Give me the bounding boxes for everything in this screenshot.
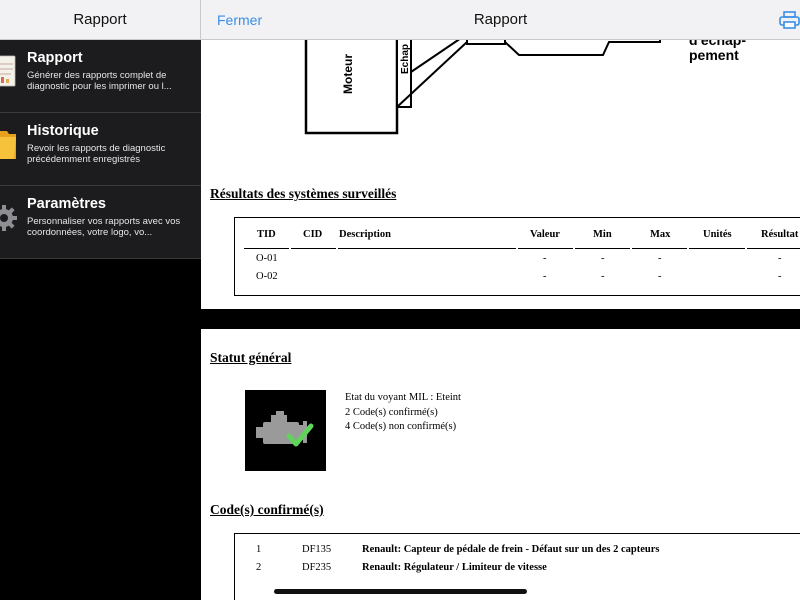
general-status-title: Statut général [210,350,292,365]
sidebar-item-historique[interactable]: Historique Revoir les rapports de diagno… [0,113,201,186]
code-number: 1 [256,544,262,555]
table-cell: - [778,253,782,264]
sidebar-item-rapport[interactable]: Rapport Générer des rapports complet de … [0,40,201,113]
engine-check-icon [245,390,326,471]
table-cell: - [543,253,547,264]
column-header: TID [257,229,276,240]
header-rule [747,248,800,249]
header-rule [632,248,687,249]
monitored-systems-table: TID CID Description Valeur Min Max Unité… [234,217,800,296]
code-id: DF135 [302,544,332,555]
code-id: DF235 [302,562,332,573]
monitored-systems-title: Résultats des systèmes surveillés [210,186,397,201]
column-header: Min [593,229,612,240]
report-preview: Moteur Echap d'échap- pement Résultats d… [201,0,800,600]
header-rule [244,248,289,249]
exhaust-caption-line2: pement [689,47,739,63]
confirmed-codes-title: Code(s) confirmé(s) [210,502,324,517]
column-header: Résultat [761,229,799,240]
page-title: Rapport [473,11,528,28]
exhaust-label: Echap [400,44,411,74]
sidebar-item-description: Revoir les rapports de diagnostic précéd… [27,143,166,165]
table-cell: - [601,253,605,264]
report-document: Moteur Echap d'échap- pement Résultats d… [201,0,800,600]
page-separator [201,309,800,329]
table-cell: - [601,271,605,282]
table-cell: - [543,271,547,282]
header-rule [291,248,336,249]
printer-icon[interactable] [779,10,800,30]
header-rule [338,248,516,249]
table-cell: - [658,253,662,264]
table-cell: O-01 [256,253,278,264]
column-header: CID [303,229,323,240]
home-indicator [274,589,527,594]
engine-label: Moteur [341,54,355,94]
table-cell: - [658,271,662,282]
column-header: Description [339,229,391,240]
sidebar-item-parametres[interactable]: Paramètres Personnaliser vos rapports av… [0,186,201,259]
sidebar-item-description: Personnaliser vos rapports avec vos coor… [27,216,181,238]
navigation-bar: Fermer Rapport [201,0,800,40]
table-cell: - [778,271,782,282]
sidebar-menu: Rapport Générer des rapports complet de … [0,40,201,259]
column-header: Valeur [530,229,560,240]
sidebar-item-description: Générer des rapports complet de diagnost… [27,70,172,92]
general-status-details: Etat du voyant MIL : Eteint 2 Code(s) co… [345,391,461,435]
confirmed-count-line: 2 Code(s) confirmé(s) [345,406,438,418]
code-description: Renault: Régulateur / Limiteur de vitess… [362,562,547,573]
code-number: 2 [256,562,262,573]
code-description: Renault: Capteur de pédale de frein - Dé… [362,544,660,555]
sidebar-item-title: Paramètres [27,196,106,212]
header-rule [689,248,745,249]
column-header: Unités [703,229,732,240]
table-cell: O-02 [256,271,278,282]
folder-icon [0,131,16,159]
sidebar-title: Rapport [73,11,127,28]
report-document-icon [0,55,16,87]
sidebar-item-title: Historique [27,123,99,139]
mil-status-line: Etat du voyant MIL : Eteint [345,392,461,403]
column-header: Max [650,229,671,240]
sidebar: Rapport Rapport Générer des rapports com… [0,0,201,600]
sidebar-header: Rapport [0,0,201,40]
gear-icon [0,205,17,231]
header-rule [518,248,573,249]
header-rule [575,248,630,249]
unconfirmed-count-line: 4 Code(s) non confirmé(s) [345,421,457,432]
sidebar-item-title: Rapport [27,50,83,66]
